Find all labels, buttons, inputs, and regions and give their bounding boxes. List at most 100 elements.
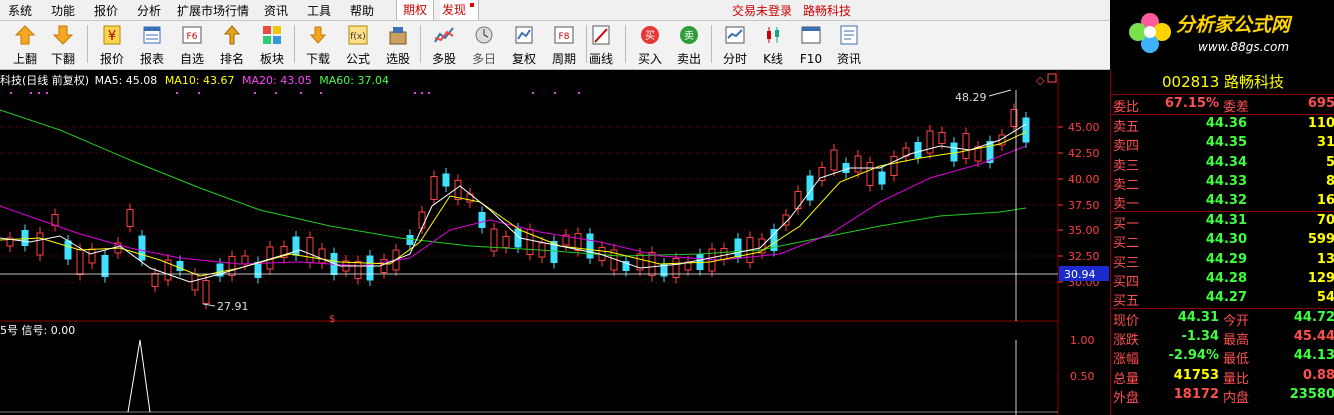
formula-icon: f(x) (348, 25, 368, 45)
stat-label: 外盘 (1113, 390, 1140, 406)
candle (890, 156, 898, 176)
ask-2-price: 44.33 (1205, 173, 1247, 189)
ma10-label: MA10: 43.67 (164, 74, 235, 87)
candle (241, 255, 249, 265)
menu-analysis[interactable]: 分析 (137, 2, 161, 19)
multi-day-label: 多日 (471, 52, 496, 66)
chart-title-name: 科技(日线 前复权) (0, 74, 90, 87)
down-arrow-icon (52, 25, 74, 45)
kline-button[interactable]: K线 (754, 21, 792, 67)
multi-stock-button[interactable]: 多股 (425, 21, 463, 67)
period-button[interactable]: F8 周期 (545, 21, 583, 67)
sell-button[interactable]: 卖 卖出 (670, 21, 708, 67)
bid-3-price: 44.29 (1205, 251, 1247, 267)
stat-label: 最低 (1223, 352, 1250, 368)
page-up-button[interactable]: 上翻 (6, 21, 44, 67)
buy-label: 买入 (637, 52, 662, 66)
quote-button[interactable]: ¥ 报价 (93, 21, 131, 67)
news-label: 资讯 (836, 52, 861, 66)
menu-system[interactable]: 系统 (8, 2, 32, 19)
candle (672, 258, 680, 278)
ma20-label: MA20: 43.05 (242, 74, 312, 87)
bid-2-price: 44.30 (1205, 232, 1247, 248)
logo-title: 分析家公式网 (1176, 14, 1291, 36)
watchlist-button[interactable]: F6 自选 (173, 21, 211, 67)
multi-day-button[interactable]: 多日 (465, 21, 503, 67)
tab-options[interactable]: 期权 (396, 0, 434, 20)
menu-extended-market[interactable]: 扩展市场行情 (177, 2, 249, 19)
event-dot (421, 92, 423, 94)
candle (478, 212, 486, 228)
kline-chart[interactable]: 45.0042.5040.0037.5035.0032.5030.00 30.9… (0, 70, 1110, 415)
f10-button[interactable]: F10 (792, 21, 830, 67)
ask-5-row[interactable]: 卖五 44.36 110 (1111, 115, 1334, 136)
intraday-button[interactable]: 分时 (716, 21, 754, 67)
ask-1-row[interactable]: 卖一 44.32 16 (1111, 192, 1334, 212)
candle (648, 252, 656, 276)
download-button[interactable]: 下载 (299, 21, 337, 67)
candle (734, 238, 742, 258)
page-down-label: 下翻 (50, 52, 75, 66)
multi-stock-icon (434, 27, 454, 43)
bid-1-row[interactable]: 买一 44.31 70 (1111, 212, 1334, 232)
stat-value: -2.94% (1168, 348, 1220, 364)
rank-button[interactable]: 排名 (213, 21, 251, 67)
login-status[interactable]: 交易未登录 (732, 2, 792, 19)
rights-adjust-button[interactable]: 复权 (505, 21, 543, 67)
f10-icon (801, 26, 821, 44)
event-dot (254, 92, 256, 94)
yen-icon: ¥ (103, 25, 121, 45)
ask-4-price: 44.35 (1205, 135, 1247, 151)
buy-icon-text: 买 (645, 30, 655, 42)
bid-3-row[interactable]: 买三 44.29 13 (1111, 251, 1334, 271)
candle (202, 280, 210, 304)
candle (938, 132, 946, 144)
ask-2-row[interactable]: 卖二 44.33 8 (1111, 173, 1334, 193)
draw-line-label: 画线 (588, 52, 613, 66)
signal-spike (127, 339, 151, 413)
menu-quote[interactable]: 报价 (94, 2, 118, 19)
ask-5-volume: 110 (1307, 116, 1334, 132)
ask-5-label: 卖五 (1113, 120, 1140, 136)
ask-3-row[interactable]: 卖三 44.34 5 (1111, 154, 1334, 174)
ask-4-row[interactable]: 卖四 44.35 31 (1111, 134, 1334, 154)
event-dot (38, 92, 40, 94)
menu-tools[interactable]: 工具 (307, 2, 331, 19)
candle (126, 209, 134, 227)
event-dot (30, 92, 32, 94)
stat-row: 涨幅 -2.94% 最低 44.13 (1111, 347, 1334, 368)
stock-pick-button[interactable]: 选股 (379, 21, 417, 67)
candle (878, 171, 886, 185)
candle (914, 142, 922, 158)
ma10-line (0, 131, 1027, 277)
menu-help[interactable]: 帮助 (350, 2, 374, 19)
price-tick-label: 42.50 (1068, 147, 1100, 160)
stock-name-link[interactable]: 路畅科技 (803, 2, 851, 19)
multi-day-icon (475, 26, 493, 44)
stat-value: 23580 (1289, 386, 1334, 402)
weicha-value: 695 (1307, 96, 1334, 111)
menu-function[interactable]: 功能 (51, 2, 75, 19)
event-dot (300, 92, 302, 94)
sector-button[interactable]: 板块 (253, 21, 291, 67)
report-button[interactable]: 报表 (133, 21, 171, 67)
price-tick-label: 40.00 (1068, 173, 1100, 186)
buy-button[interactable]: 买 买入 (631, 21, 669, 67)
signal-tick-label: 1.00 (1070, 334, 1095, 347)
draw-line-button[interactable]: 画线 (582, 21, 620, 67)
candle (366, 255, 374, 281)
event-flag-icon: $ (329, 314, 335, 325)
candle (191, 273, 199, 291)
formula-button[interactable]: f(x) 公式 (339, 21, 377, 67)
menu-news[interactable]: 资讯 (264, 2, 288, 19)
ma5-label: MA5: 45.08 (94, 74, 158, 87)
stock-pick-label: 选股 (385, 52, 410, 66)
ask-4-volume: 31 (1316, 135, 1334, 151)
chart-restore-icon[interactable] (1047, 73, 1057, 83)
bid-5-row[interactable]: 买五 44.27 54 (1111, 289, 1334, 309)
bid-2-row[interactable]: 买二 44.30 599 (1111, 231, 1334, 251)
stat-value: 0.88 (1302, 367, 1334, 383)
news-button[interactable]: 资讯 (830, 21, 868, 67)
bid-4-row[interactable]: 买四 44.28 129 (1111, 270, 1334, 290)
page-down-button[interactable]: 下翻 (44, 21, 82, 67)
